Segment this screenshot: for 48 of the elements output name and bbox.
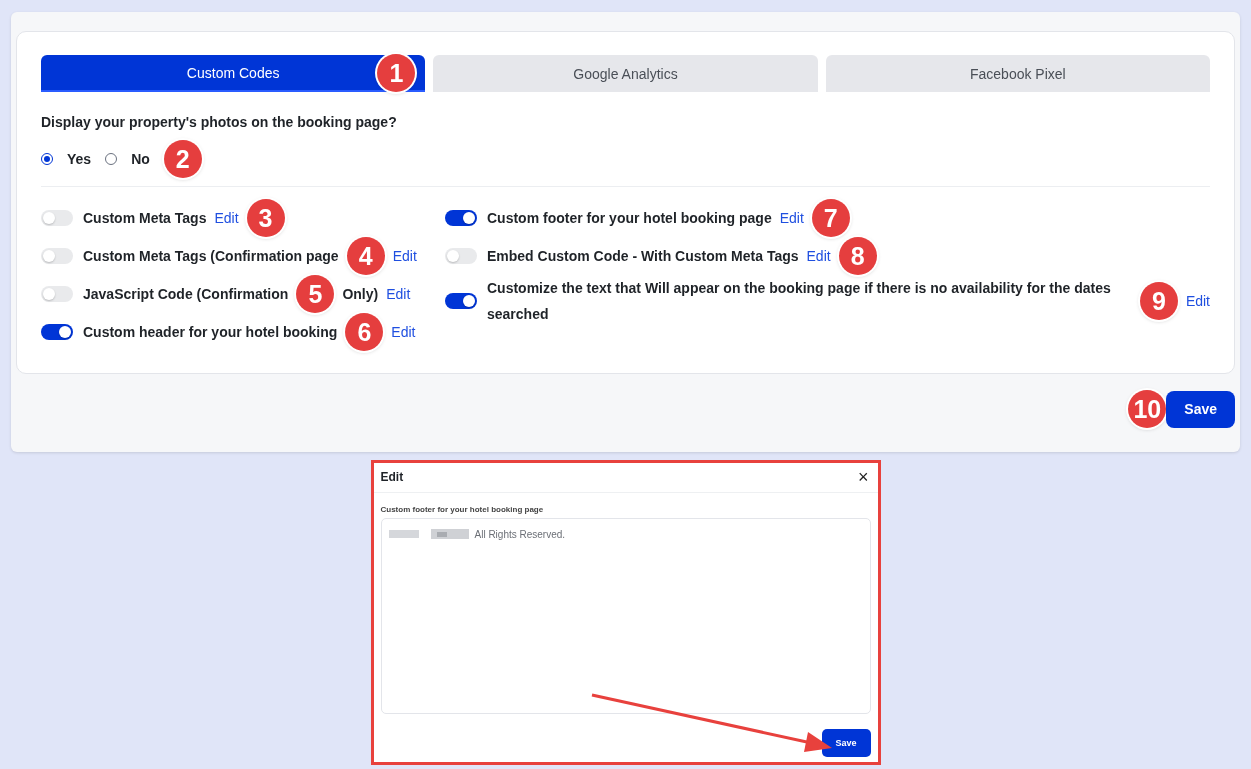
toggle-switch[interactable] [41, 210, 73, 226]
setting-label: JavaScript Code (Confirmation [83, 286, 289, 302]
callout-number: 8 [838, 237, 877, 275]
setting-label: Custom header for your hotel booking [83, 324, 338, 340]
toggle-switch[interactable] [445, 210, 477, 226]
setting-label: Custom Meta Tags [83, 210, 207, 226]
radio-label: No [131, 151, 150, 167]
callout-number: 3 [246, 199, 285, 237]
toggle-switch[interactable] [445, 293, 477, 309]
edit-link[interactable]: Edit [386, 286, 411, 302]
redacted-text-icon [388, 529, 471, 539]
setting-label: Embed Custom Code - With Custom Meta Tags [487, 248, 799, 264]
edit-link[interactable]: Edit [391, 324, 416, 340]
edit-link[interactable]: Edit [779, 210, 804, 226]
close-button[interactable]: × [856, 468, 871, 486]
setting-label: Custom footer for your hotel booking page [487, 210, 772, 226]
toggle-switch[interactable] [41, 324, 73, 340]
edit-link[interactable]: Edit [1185, 293, 1210, 309]
callout-number: 7 [811, 199, 850, 237]
callout-number: 6 [345, 313, 384, 351]
callout-number: 5 [296, 275, 335, 313]
tab[interactable]: Custom Codes 1 [41, 55, 426, 92]
toggle-switch[interactable] [445, 248, 477, 264]
save-button[interactable]: Save [821, 729, 871, 757]
callout-number: 4 [346, 237, 385, 275]
field-value: All Rights Reserved. [474, 529, 566, 540]
radio-button[interactable] [105, 153, 118, 165]
setting-label: Custom Meta Tags (Confirmation page [83, 248, 339, 264]
setting-label: Only) [342, 286, 379, 302]
tab[interactable]: Facebook Pixel [825, 55, 1210, 92]
save-button[interactable]: Save [1166, 390, 1235, 428]
tab[interactable]: Google Analytics [433, 55, 818, 92]
radio-label: Yes [67, 151, 92, 167]
toggle-switch[interactable] [41, 248, 73, 264]
callout-number: 9 [1139, 282, 1178, 320]
callout-number: 10 [1128, 390, 1167, 428]
field-label: Custom footer for your hotel booking page [380, 505, 545, 514]
question-label: Display your property's photos on the booking page? [41, 114, 398, 130]
edit-link[interactable]: Edit [214, 210, 239, 226]
callout-number: 2 [163, 140, 202, 178]
edit-link[interactable]: Edit [806, 248, 831, 264]
callout-number: 1 [377, 54, 416, 92]
text-area[interactable]: All Rights Reserved. [380, 518, 871, 714]
setting-label: Customize the text that Will appear on the booking page if there is no availability for the dates searched [487, 279, 1112, 324]
edit-link[interactable]: Edit [392, 248, 417, 264]
dialog-title: Edit [380, 470, 404, 484]
toggle-switch[interactable] [41, 286, 73, 302]
radio-button[interactable] [41, 153, 53, 165]
